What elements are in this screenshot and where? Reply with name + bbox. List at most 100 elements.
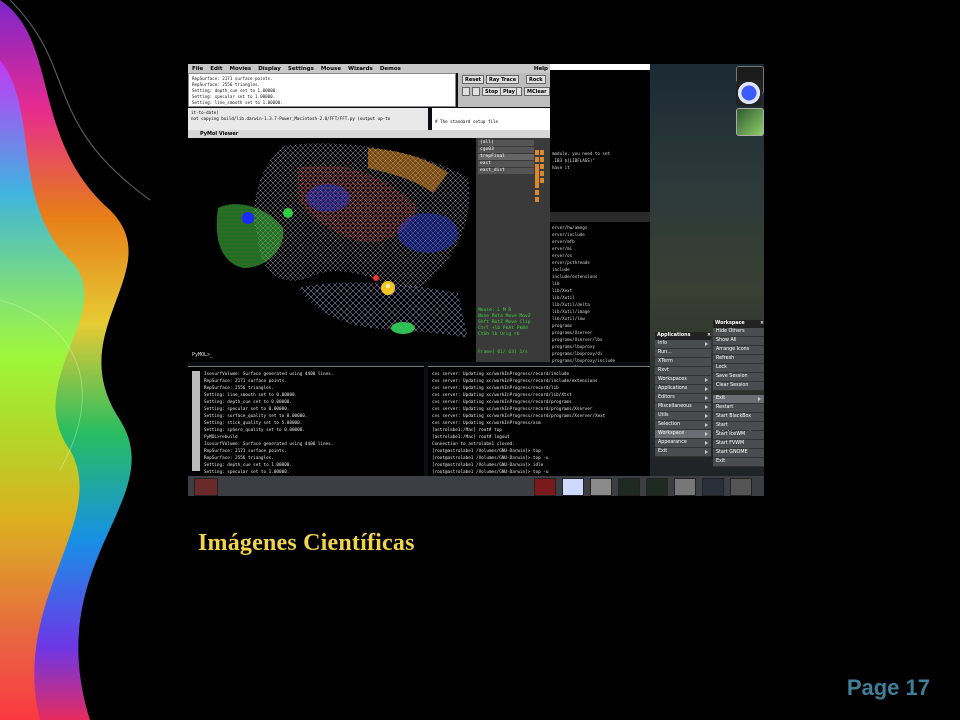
menu-wizards[interactable]: Wizards <box>348 66 373 72</box>
object-action-buttons[interactable] <box>534 161 548 195</box>
menu-movies[interactable]: Movies <box>229 66 251 72</box>
menu-mouse[interactable]: Mouse <box>321 66 341 72</box>
exit-submenu-title[interactable]: Exit <box>713 395 764 404</box>
dock-app-icon[interactable] <box>674 478 696 496</box>
menu-settings[interactable]: Settings <box>288 66 314 72</box>
terminal-line: Setting: depth_cue set to 0.00000. <box>204 400 292 405</box>
menu-item-info[interactable]: Info <box>655 340 711 349</box>
object-row-cgo03[interactable]: cgo03 <box>478 147 534 153</box>
back-button[interactable] <box>472 87 480 96</box>
object-action-buttons[interactable] <box>534 168 548 202</box>
menu-item-appearance[interactable]: Appearance <box>655 439 711 448</box>
menu-item-run[interactable]: Run... <box>655 349 711 358</box>
object-action-buttons[interactable] <box>534 140 548 174</box>
blue-cube-icon[interactable] <box>736 80 762 106</box>
menu-item-selection[interactable]: Selection <box>655 421 711 430</box>
submenu-arrow-icon <box>705 378 708 382</box>
menu-item-exit-session[interactable]: Exit <box>713 458 764 467</box>
close-icon[interactable]: × <box>707 332 711 340</box>
terminal-line: RepSurface: 2556 triangles. <box>204 456 274 461</box>
object-action-buttons[interactable] <box>534 154 548 188</box>
viewer-titlebar[interactable]: PyMol Viewer <box>188 130 550 138</box>
terminal-line: Setting: depth_cue set to 1.00000. <box>204 463 292 468</box>
menu-item-start-fvwm[interactable]: Start FVWM <box>713 440 764 449</box>
terminal-text-block: erver/hw/amngs erver/include erver/mfb e… <box>552 224 615 371</box>
dock-app-icon[interactable] <box>730 478 752 496</box>
menu-item-arrange-icons[interactable]: Arrange Icons <box>713 346 764 355</box>
reset-button[interactable]: Reset <box>462 75 484 84</box>
menu-item-start-enlightenment[interactable]: Start Enlightenment <box>713 422 764 436</box>
menu-item-miscellaneous[interactable]: Miscellaneous <box>655 403 711 412</box>
terminal-scrollbar[interactable] <box>192 371 200 471</box>
menu-item-hide-others[interactable]: Hide Others <box>713 328 764 337</box>
object-row-trepfinal[interactable]: trepFinal <box>478 154 534 160</box>
menu-item-editors[interactable]: Editors <box>655 394 711 403</box>
menu-demos[interactable]: Demos <box>380 66 401 72</box>
menu-display[interactable]: Display <box>258 66 281 72</box>
mclear-button[interactable]: MClear <box>524 87 550 96</box>
submenu-arrow-icon <box>705 432 708 436</box>
dock-monitor-icon[interactable] <box>646 478 668 496</box>
workspace-menu: Workspace × Hide Others Show All Arrange … <box>713 320 764 467</box>
submenu-arrow-icon <box>705 441 708 445</box>
menu-item-show-all[interactable]: Show All <box>713 337 764 346</box>
menu-item-refresh[interactable]: Refresh <box>713 355 764 364</box>
menu-item-start-blackbox[interactable]: Start BlackBox <box>713 413 764 422</box>
terminal-line: have it <box>552 165 570 170</box>
object-action-buttons[interactable] <box>534 147 548 181</box>
rock-button[interactable]: Rock <box>526 75 546 84</box>
stop-button[interactable]: Stop <box>482 87 502 96</box>
menu-item-start-gnome[interactable]: Start GNOME <box>713 449 764 458</box>
menu-item-exit[interactable]: Exit <box>655 448 711 457</box>
pymol-prompt[interactable]: PyMOL>_ <box>192 352 213 358</box>
terminal-line: RepSurface: 2171 surface points. <box>204 449 287 454</box>
menu-item-lock[interactable]: Lock <box>713 364 764 373</box>
terminal-line: [root@astrolabe1 /Volumes/GNU-Darwin]> t… <box>432 470 549 475</box>
rewind-button[interactable] <box>462 87 470 96</box>
workspace-menu-title[interactable]: Workspace × <box>713 320 764 328</box>
dock-app-icon[interactable] <box>702 478 724 496</box>
dock-app-icon[interactable] <box>194 478 218 496</box>
dock-app-icon[interactable] <box>562 478 584 496</box>
menu-item-rxvt[interactable]: Rxvt <box>655 367 711 376</box>
dock-app-icon[interactable] <box>534 478 556 496</box>
terminal-line: erver/mi <box>552 246 573 251</box>
terminal-line: [astrolabe1:/Mac] root# logout <box>432 435 510 440</box>
applications-menu-title[interactable]: Applications × <box>655 332 711 340</box>
object-panel: (all) cgo03 trepFinal east east_dist Mou… <box>476 138 550 433</box>
terminal-line: Setting: line_smooth set to 0.00000. <box>204 393 298 398</box>
decorative-swirl <box>0 0 151 720</box>
close-icon[interactable]: × <box>760 320 764 328</box>
menu-item-utils[interactable]: Utils <box>655 412 711 421</box>
build-terminal: it-to-date) not copying build/lib.darwin… <box>188 108 428 130</box>
menu-item-workspace[interactable]: Workspace <box>655 430 711 439</box>
menu-item-clear-session[interactable]: Clear Session <box>713 382 764 391</box>
terminal-header <box>550 64 650 70</box>
terminal-line: [root@astrolabe1 /Volumes/GNU-Darwin]> t… <box>432 456 549 461</box>
menu-item-save-session[interactable]: Save Session <box>713 373 764 382</box>
terminal-line: programs/lbxproxy <box>552 344 595 349</box>
terminal-line: not copying build/lib.darwin-1.3.7-Power… <box>191 116 391 121</box>
molecule-viewer[interactable]: PyMOL>_ <box>188 138 476 362</box>
terminal-line: lib <box>552 281 560 286</box>
menu-item-applications[interactable]: Applications <box>655 385 711 394</box>
dock-monitor-icon[interactable] <box>618 478 640 496</box>
menu-item-workspaces[interactable]: Workspaces <box>655 376 711 385</box>
menu-edit[interactable]: Edit <box>210 66 222 72</box>
cvs-terminal: cvs server: Updating xc/workInProgress/r… <box>428 366 650 489</box>
dock-tool-icon[interactable] <box>736 108 764 136</box>
forward-button[interactable] <box>516 87 522 96</box>
ray-trace-button[interactable]: Ray Trace <box>486 75 520 84</box>
object-row-east-dist[interactable]: east_dist <box>478 168 534 174</box>
pymol-log-terminal: IsosurfVolume: Surface generated using 4… <box>188 366 424 489</box>
dock-app-icon[interactable] <box>590 478 612 496</box>
object-row-all[interactable]: (all) <box>478 140 534 146</box>
menu-item-restart[interactable]: Restart <box>713 404 764 413</box>
terminal-line: erver/os <box>552 253 573 258</box>
object-row-east[interactable]: east <box>478 161 534 167</box>
menu-file[interactable]: File <box>192 66 203 72</box>
terminal-line: cvs server: Updating xc/workInProgress/r… <box>432 407 593 412</box>
terminal-line: cvs server: Updating xc/workInProgress/r… <box>432 386 559 391</box>
menu-item-xterm[interactable]: XTerm <box>655 358 711 367</box>
menu-item-start-icewm[interactable]: Start IceWM <box>713 431 764 440</box>
